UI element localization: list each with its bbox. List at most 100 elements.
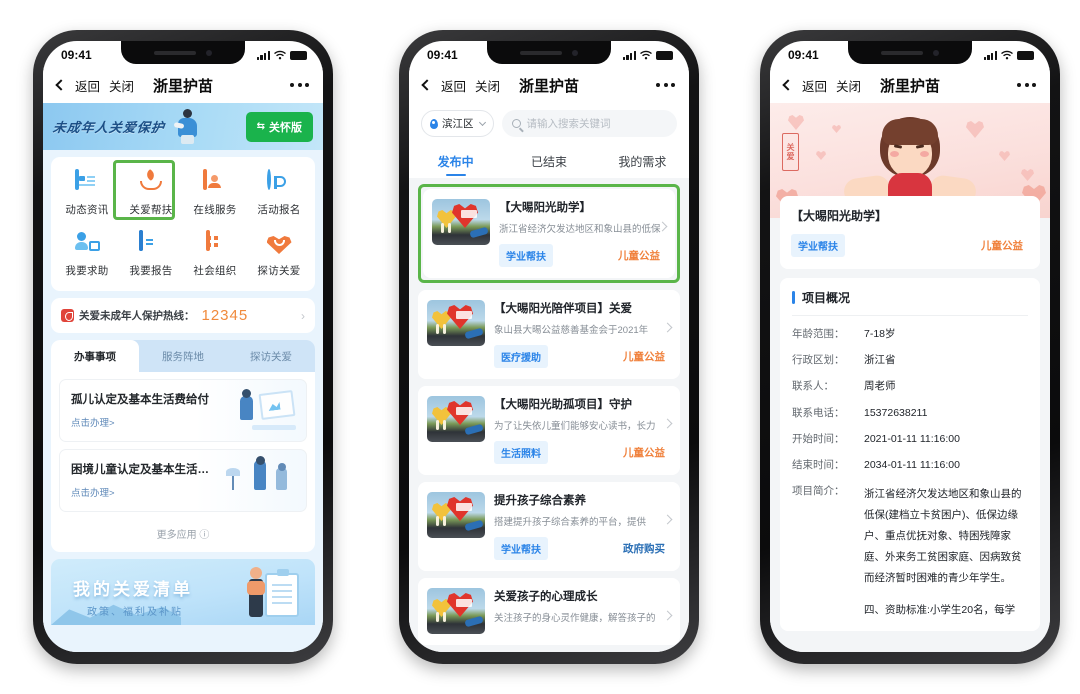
clipboard-icon [265,569,299,617]
more-apps-link[interactable]: 更多应用 ⓘ [51,519,315,552]
list-item[interactable]: 提升孩子综合素养 搭建提升孩子综合素养的平台，提供 学业帮扶 政府购买 [418,482,680,571]
grid-item-caring[interactable]: 关爱帮扶 [119,168,183,220]
care-mode-button[interactable]: ⇆ 关怀版 [245,111,313,142]
tab-service-sites[interactable]: 服务阵地 [139,340,227,372]
organization-icon [203,230,228,257]
close-label[interactable]: 关闭 [475,76,500,95]
location-selector[interactable]: 滨江区 [421,110,494,137]
section-accent-bar [792,291,795,304]
phone3-content: 关 爱 【大晹阳光助学】 学业帮扶 儿童公益 项目概况 年龄范围： 7-18岁 … [770,103,1050,652]
back-label[interactable]: 返回 [802,76,827,95]
field-value: 2034-01-11 11:16:00 [864,459,960,472]
project-info: 提升孩子综合素养 搭建提升孩子综合素养的平台，提供 学业帮扶 政府购买 [494,492,671,560]
grid-item-ask-help[interactable]: 我要求助 [55,229,119,281]
field-value: 浙江省 [864,354,896,367]
notch [487,41,611,64]
project-category: 儿童公益 [618,250,660,262]
list-item[interactable]: 【大晹阳光助孤项目】守护 为了让失依儿童们能够安心读书，长力 生活照料 儿童公益 [418,386,680,475]
list-item[interactable]: 【大晹阳光助学】 浙江省经济欠发达地区和象山县的低保 学业帮扶 儿童公益 [423,189,675,278]
field-key: 项目简介： [792,485,845,498]
back-chevron-icon[interactable] [782,79,794,91]
nav-left-group[interactable]: 返回 关闭 [421,76,500,95]
search-icon [511,119,521,128]
close-label[interactable]: 关闭 [109,76,134,95]
signal-bars-icon [256,51,270,60]
tab-publishing[interactable]: 发布中 [409,147,502,178]
more-dots-icon[interactable] [290,83,309,87]
hotline-row[interactable]: 关爱未成年人保护热线： 12345 › [51,298,315,333]
project-desc: 浙江省经济欠发达地区和象山县的低保 [499,224,661,235]
status-time: 09:41 [788,48,819,62]
project-title: 提升孩子综合素养 [494,495,586,507]
back-label[interactable]: 返回 [441,76,466,95]
grid-item-report[interactable]: 我要报告 [119,229,183,281]
online-service-icon [202,169,228,196]
service-tab-row: 办事事项 服务阵地 探访关爱 [51,340,315,372]
grid-item-news[interactable]: 动态资讯 [55,168,119,220]
back-chevron-icon[interactable] [421,79,433,91]
speaker-icon [520,50,562,55]
service-illustration [224,386,298,434]
grid-item-online-service[interactable]: 在线服务 [183,168,247,220]
care-mode-label: 关怀版 [269,121,302,134]
field-key [792,600,864,621]
my-care-list-banner[interactable]: 我的关爱清单 政策、福利及补贴 [51,559,315,625]
project-tag: 生活照料 [494,441,548,464]
tab-affairs[interactable]: 办事事项 [51,340,139,372]
speaker-icon [881,50,923,55]
notch [848,41,972,64]
back-chevron-icon[interactable] [55,79,67,91]
sign-up-icon [266,169,292,196]
banner-subtitle: 政策、福利及补贴 [87,607,183,618]
project-title: 关爱孩子的心理成长 [494,591,598,603]
list-item[interactable]: 关爱孩子的心理成长 关注孩子的身心灵作健康，解答孩子的 [418,578,680,645]
tab-visit-care[interactable]: 探访关爱 [227,340,315,372]
status-icons [983,50,1034,60]
field-key: 结束时间： [792,459,845,472]
project-tab-row: 发布中 已结束 我的需求 [409,141,689,178]
phone-mockup-3: 09:41 返回 关闭 浙里护苗 关 爱 【大晹阳光助学】 学业帮扶 儿童公益 … [760,30,1060,664]
tab-my-requests[interactable]: 我的需求 [596,147,689,178]
field-value: 7-18岁 [864,328,896,340]
camera-icon [206,49,212,56]
field-value: 15372638211 [864,406,928,419]
service-tabs-card: 办事事项 服务阵地 探访关爱 孤儿认定及基本生活费给付 点击办理> 困境儿童认定… [51,340,315,552]
back-label[interactable]: 返回 [75,76,100,95]
tab-ended[interactable]: 已结束 [502,147,595,178]
grid-label: 社会组织 [193,265,237,277]
grid-item-signup[interactable]: 活动报名 [247,168,311,220]
banner-person-illustration [247,567,265,617]
grid-label: 动态资讯 [65,204,109,216]
phone1-content: 未成年人关爱保护 ⇆ 关怀版 动态资讯 关爱帮扶 在线服务 活动报名 我要求助 … [43,103,323,652]
service-item-distressed[interactable]: 困境儿童认定及基本生活… 点击办理> [59,449,307,512]
project-category: 儿童公益 [623,447,665,459]
grid-item-visit[interactable]: 探访关爱 [247,229,311,281]
camera-icon [572,49,578,56]
grid-label: 探访关爱 [257,265,301,277]
nav-left-group[interactable]: 返回 关闭 [55,76,134,95]
battery-icon [290,51,307,60]
project-tags: 生活照料 儿童公益 [494,441,671,464]
field-value: 浙江省经济欠发达地区和象山县的低保(建档立卡贫困户)、低保边缘户、重点优抚对象、… [864,488,1022,585]
project-title: 【大晹阳光陪伴项目】关爱 [494,303,632,315]
status-time: 09:41 [427,48,458,62]
field-key: 年龄范围： [792,328,845,340]
signal-bars-icon [983,51,997,60]
phone1-screen: 09:41 返回 关闭 浙里护苗 未成年人关爱保护 ⇆ 关怀版 动态资讯 关爱帮… [43,41,323,652]
nav-left-group[interactable]: 返回 关闭 [782,76,861,95]
quick-actions-grid: 动态资讯 关爱帮扶 在线服务 活动报名 我要求助 我要报告 社会组织 探访关爱 [51,157,315,291]
swap-icon: ⇆ [256,121,265,132]
seal-bottom-char: 爱 [786,151,795,161]
section-header: 项目概况 [792,289,1028,316]
project-list: 【大晹阳光助学】 浙江省经济欠发达地区和象山县的低保 学业帮扶 儿童公益 【大晹… [409,184,689,645]
grid-label: 关爱帮扶 [129,204,173,216]
list-item[interactable]: 【大晹阳光陪伴项目】关爱 象山县大晹公益慈善基金会于2021年 医疗援助 儿童公… [418,290,680,379]
service-item-orphan[interactable]: 孤儿认定及基本生活费给付 点击办理> [59,379,307,442]
more-dots-icon[interactable] [1017,83,1036,87]
grid-item-organization[interactable]: 社会组织 [183,229,247,281]
more-dots-icon[interactable] [656,83,675,87]
close-label[interactable]: 关闭 [836,76,861,95]
search-input[interactable]: 请输入搜索关键词 [501,110,677,137]
section-title: 项目概况 [802,291,851,305]
hotline-label: 关爱未成年人保护热线： [79,310,195,322]
